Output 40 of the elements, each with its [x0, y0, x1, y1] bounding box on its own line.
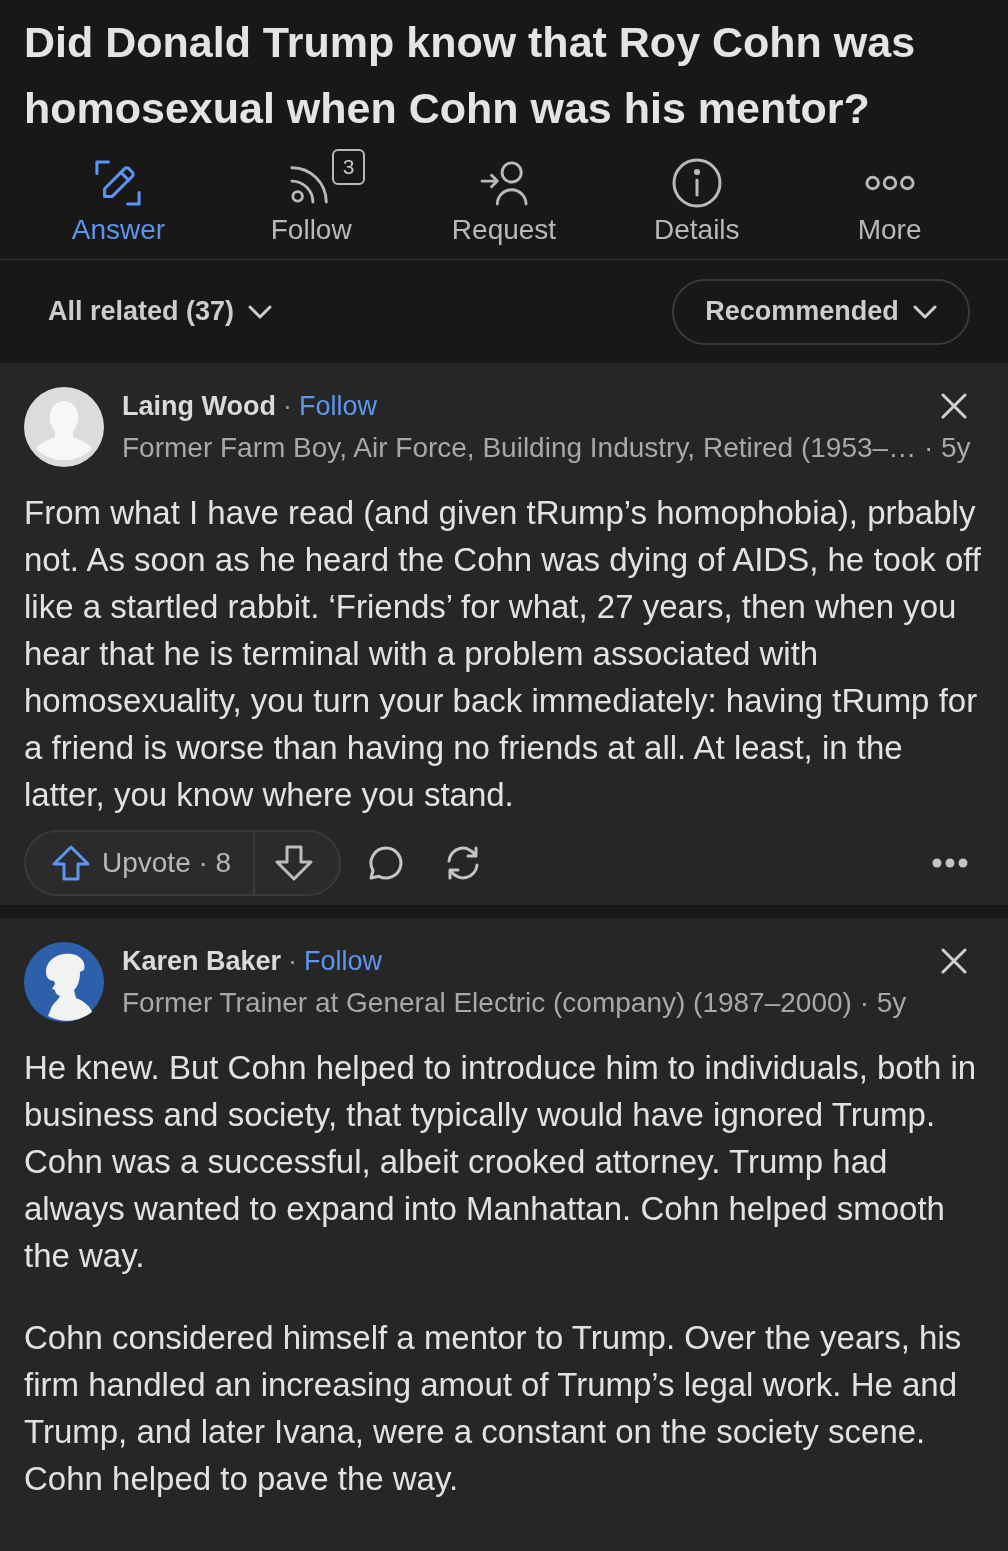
author-name[interactable]: Karen Baker — [122, 940, 282, 982]
more-icon — [864, 175, 915, 191]
separator-dot: · — [288, 944, 298, 978]
up-arrow-icon — [52, 845, 90, 881]
more-button[interactable]: More — [857, 145, 922, 248]
info-icon — [671, 158, 722, 208]
chevron-down-icon — [248, 304, 273, 319]
default-avatar-icon — [24, 387, 104, 467]
answer-text: From what I have read (and given tRump’s homophobia), prbably not. As soon as he heard the Cohn was dying of AIDS, he took off like a startled rabbit. ‘Friends’ for what, 27 years, then when you hear that he is terminal with a problem associated with homosexuality, you turn your back immediately: having tRump for a friend is worse than having no friends at all. At least, in the latter, you know where you stand. — [24, 493, 983, 815]
author-name[interactable]: Laing Wood — [122, 385, 276, 427]
upvote-button[interactable]: Upvote · 8 — [24, 830, 254, 896]
answer-text: He knew. But Cohn helped to introduce him to individuals, both in business and society, that typically would have ignored Trump. Cohn was a successful, albeit crooked attorney. Trump had always wanted to expand into Manhattan. Cohn helped smooth the way. — [24, 1048, 978, 1276]
comment-button[interactable] — [369, 846, 404, 880]
close-button[interactable] — [941, 393, 967, 419]
sort-dropdown[interactable]: Recommended — [672, 278, 970, 345]
question-title: Did Donald Trump know that Roy Cohn was homosexual when Cohn was his mentor? — [23, 17, 917, 134]
speech-bubble-icon — [369, 846, 404, 880]
request-button[interactable]: Request — [451, 145, 557, 248]
close-button[interactable] — [941, 948, 967, 974]
answer-text: Cohn considered himself a mentor to Trump. Over the years, his firm handled an increasing amout of Trump’s legal work. He and Trump, and later Ivana, were a constant on the society scene. Cohn helped to pave the way. — [24, 1318, 963, 1499]
person-arrow-icon — [480, 160, 528, 206]
downvote-button[interactable] — [253, 830, 342, 896]
count-badge: 3 — [332, 149, 366, 185]
answer-button[interactable]: Answer — [71, 145, 166, 248]
close-icon — [941, 948, 967, 974]
chevron-down-icon — [912, 304, 937, 319]
author-credential: Former Farm Boy, Air Force, Building Industry, Retired (1953–… · 5y — [122, 431, 971, 465]
close-icon — [941, 393, 967, 419]
follow-button[interactable]: 3 Follow — [232, 145, 390, 248]
author-credential: Former Trainer at General Electric (company) (1987–2000) · 5y — [122, 986, 907, 1020]
separator-dot: · — [283, 389, 292, 423]
pencil-square-icon — [95, 160, 142, 206]
details-button[interactable]: Details — [654, 145, 740, 248]
filter-dropdown[interactable]: All related (37) — [48, 291, 273, 332]
more-button[interactable] — [932, 858, 968, 868]
down-arrow-icon — [275, 845, 314, 881]
follow-link[interactable]: Follow — [299, 385, 377, 427]
follow-link[interactable]: Follow — [304, 940, 383, 982]
silhouette-avatar-icon — [24, 942, 104, 1022]
more-dots-icon — [932, 858, 968, 868]
